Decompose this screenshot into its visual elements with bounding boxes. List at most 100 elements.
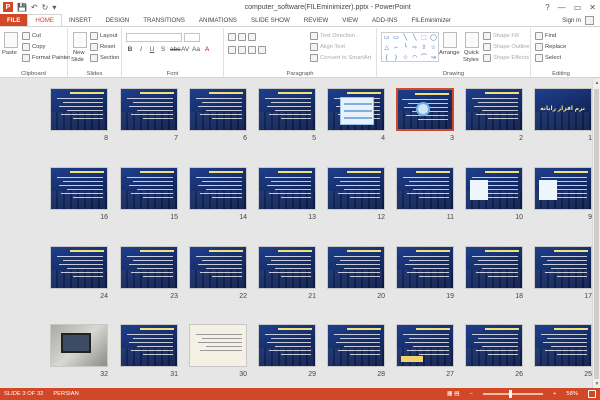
slide-thumbnail[interactable] [327, 88, 385, 131]
restore-icon[interactable]: ▭ [574, 3, 582, 12]
slide-thumbnail[interactable]: نرم افزار رایانه [534, 88, 592, 131]
shape-option[interactable]: ⌐ [391, 43, 400, 53]
slide-thumbnail[interactable] [327, 246, 385, 289]
bullets-button[interactable] [228, 33, 256, 41]
tab-animations[interactable]: ANIMATIONS [192, 14, 244, 26]
tab-add-ins[interactable]: ADD-INS [365, 14, 404, 26]
scroll-up-icon[interactable]: ▲ [593, 79, 600, 87]
slide-thumbnail[interactable] [534, 246, 592, 289]
slide-thumbnail[interactable] [327, 167, 385, 210]
tab-file[interactable]: FILE [0, 14, 28, 26]
format-painter-button[interactable]: Format Painter [22, 54, 70, 62]
slide-thumbnail[interactable] [465, 246, 523, 289]
strikethrough-button[interactable]: abc [170, 46, 180, 53]
zoom-slider[interactable] [483, 390, 543, 398]
reset-button[interactable]: Reset [90, 43, 115, 51]
arrange-button[interactable]: Arrange [439, 50, 460, 56]
slide-thumbnail[interactable] [465, 167, 523, 210]
cut-button[interactable]: Cut [22, 32, 41, 40]
slide-thumbnail[interactable] [189, 167, 247, 210]
slide-thumbnail[interactable] [465, 324, 523, 367]
character-spacing-button[interactable]: AV [181, 46, 189, 53]
quick-styles-icon[interactable] [465, 32, 479, 48]
shape-option[interactable]: ▭ [382, 33, 391, 43]
slide-thumbnail[interactable] [189, 324, 247, 367]
vertical-scrollbar[interactable]: ▲ ▼ [592, 79, 600, 388]
replace-button[interactable]: Replace [535, 43, 566, 51]
tab-insert[interactable]: INSERT [62, 14, 99, 26]
slide-thumbnail[interactable] [120, 246, 178, 289]
redo-icon[interactable]: ↻ [42, 3, 49, 12]
slide-thumbnail[interactable] [120, 167, 178, 210]
new-slide-icon[interactable] [73, 32, 87, 48]
minimize-icon[interactable]: — [558, 3, 566, 12]
slide-thumbnail[interactable] [50, 167, 108, 210]
layout-button[interactable]: Layout [90, 32, 117, 40]
shape-option[interactable]: ◯ [429, 33, 438, 43]
zoom-out-button[interactable]: − [470, 391, 473, 397]
slide-thumbnail[interactable] [120, 88, 178, 131]
language-indicator[interactable]: PERSIAN [53, 391, 78, 397]
zoom-level[interactable]: 58% [566, 391, 578, 397]
new-slide-button[interactable]: New [73, 50, 85, 56]
quick-styles-button-label2[interactable]: Styles [463, 57, 479, 63]
shape-option[interactable]: ╲ [401, 33, 410, 43]
scroll-thumb[interactable] [594, 89, 599, 379]
slide-thumbnail[interactable] [465, 88, 523, 131]
slide-thumbnail[interactable] [258, 88, 316, 131]
undo-icon[interactable]: ↶ [31, 3, 38, 12]
shape-option[interactable]: ▭ [391, 33, 400, 43]
slide-thumbnail[interactable] [396, 167, 454, 210]
slide-thumbnail[interactable] [534, 324, 592, 367]
slide-thumbnail[interactable] [534, 167, 592, 210]
bold-button[interactable]: B [126, 46, 134, 53]
slide-thumbnail[interactable] [189, 88, 247, 131]
tab-transitions[interactable]: TRANSITIONS [136, 14, 192, 26]
text-direction-button[interactable]: Text Direction [310, 32, 355, 40]
shadow-button[interactable]: S [159, 46, 167, 53]
copy-button[interactable]: Copy [22, 43, 46, 51]
shape-outline-button[interactable]: Shape Outline [483, 43, 530, 51]
tab-design[interactable]: DESIGN [99, 14, 137, 26]
shape-effects-button[interactable]: Shape Effects [483, 54, 529, 62]
help-icon[interactable]: ? [545, 3, 549, 12]
tab-home[interactable]: HOME [27, 14, 62, 26]
paste-icon[interactable] [4, 32, 18, 48]
section-button[interactable]: Section [90, 54, 119, 62]
shape-option[interactable]: ↝ [429, 53, 438, 63]
view-buttons[interactable]: ▦ ▤ [447, 391, 460, 397]
close-icon[interactable]: ✕ [589, 3, 596, 12]
shape-option[interactable]: △ [382, 43, 391, 53]
slide-thumbnail[interactable] [258, 324, 316, 367]
slide-thumbnail[interactable] [50, 246, 108, 289]
slide-thumbnail[interactable] [50, 324, 108, 367]
font-name-combo[interactable] [126, 33, 182, 42]
shape-option[interactable]: } [391, 53, 400, 63]
tab-slide-show[interactable]: SLIDE SHOW [244, 14, 297, 26]
tab-fileminimizer[interactable]: FILEminimizer [405, 14, 459, 26]
slide-thumbnail[interactable] [189, 246, 247, 289]
find-button[interactable]: Find [535, 32, 556, 40]
slide-thumbnail[interactable] [396, 88, 454, 131]
quick-styles-button[interactable]: Quick [464, 50, 479, 56]
zoom-slider-thumb[interactable] [509, 390, 512, 398]
shapes-gallery[interactable]: ▭ ▭ ╲ ╲ ⬚ ◯ △ ⌐ ╰ ⇨ ⇧ ☆{} ☆ ◠ ⌒ ↝ [381, 32, 439, 62]
shape-option[interactable]: ☆ [429, 43, 438, 53]
select-button[interactable]: Select [535, 54, 561, 62]
slide-thumbnail[interactable] [396, 324, 454, 367]
slide-thumbnail[interactable] [396, 246, 454, 289]
shape-option[interactable]: ⬚ [419, 33, 428, 43]
slide-thumbnail[interactable] [258, 167, 316, 210]
shape-option[interactable]: ⌒ [419, 53, 428, 63]
shape-option[interactable]: ╰ [401, 43, 410, 53]
new-slide-button-label2[interactable]: Slide [71, 57, 84, 63]
italic-button[interactable]: I [137, 46, 145, 53]
slide-thumbnail[interactable] [50, 88, 108, 131]
shape-option[interactable]: ◠ [410, 53, 419, 63]
shape-option[interactable]: ╲ [410, 33, 419, 43]
underline-button[interactable]: U [148, 46, 156, 53]
sign-in[interactable]: Sign in [562, 14, 600, 26]
save-icon[interactable]: 💾 [17, 3, 27, 12]
convert-to-smartart-button[interactable]: Convert to SmartArt [310, 54, 371, 62]
slide-thumbnail[interactable] [258, 246, 316, 289]
